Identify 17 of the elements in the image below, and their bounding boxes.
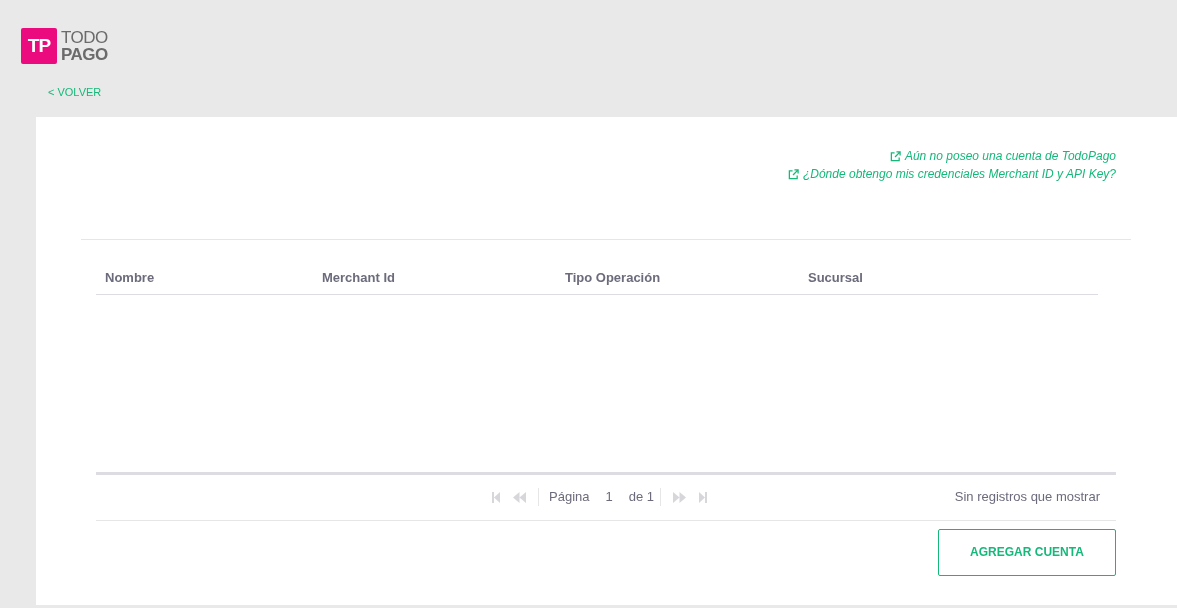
page-label: Página	[549, 488, 590, 507]
external-link-icon	[787, 168, 799, 180]
page-number-field[interactable]: 1	[605, 487, 613, 507]
records-status: Sin registros que mostrar	[954, 488, 1100, 507]
column-header: Merchant Id	[321, 269, 396, 287]
page-count: de 1	[628, 488, 655, 507]
back-link[interactable]: < VOLVER	[48, 84, 102, 101]
add-account-button[interactable]: AGREGAR CUENTA	[938, 528, 1116, 576]
external-link-icon	[889, 150, 901, 162]
logo-text: TODO	[61, 29, 108, 46]
logo-text: PAGO	[61, 46, 108, 63]
column-header: Nombre	[104, 269, 156, 287]
column-header: Tipo Operación	[564, 269, 662, 287]
logo-mark: TP	[21, 28, 57, 64]
help-link[interactable]: Aún no poseo una cuenta de TodoPago	[889, 147, 1116, 165]
column-header: Sucursal	[807, 269, 864, 287]
help-link[interactable]: ¿Dónde obtengo mis credenciales Merchant ID y API Key?	[787, 165, 1116, 183]
